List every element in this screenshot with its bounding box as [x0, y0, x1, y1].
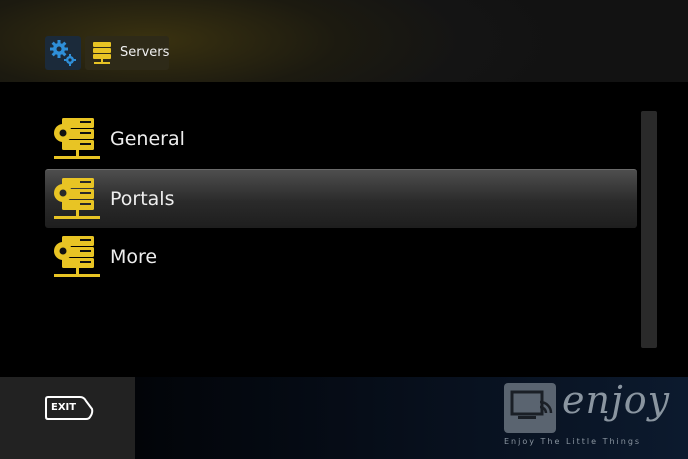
brand-logo: enjoy: [562, 378, 671, 422]
scrollbar[interactable]: [641, 111, 657, 348]
server-gear-icon: [54, 118, 100, 159]
exit-label: EXIT: [51, 402, 77, 413]
menu-item-more[interactable]: More: [45, 228, 637, 287]
tv-icon: [504, 383, 556, 433]
breadcrumb-label: Servers: [120, 45, 170, 60]
breadcrumb[interactable]: Servers: [85, 36, 169, 70]
menu-item-general[interactable]: General: [45, 110, 637, 169]
server-gear-icon: [54, 236, 100, 277]
menu-item-portals[interactable]: Portals: [45, 169, 637, 228]
menu-item-label: Portals: [110, 188, 175, 210]
menu-item-label: More: [110, 246, 158, 268]
menu-item-label: General: [110, 128, 185, 150]
server-icon: [93, 42, 111, 64]
settings-button[interactable]: [45, 36, 81, 70]
brand-tagline: Enjoy The Little Things: [504, 437, 642, 446]
gears-icon: [50, 40, 76, 66]
server-menu: General Portals More: [45, 110, 637, 287]
server-gear-icon: [54, 178, 100, 219]
